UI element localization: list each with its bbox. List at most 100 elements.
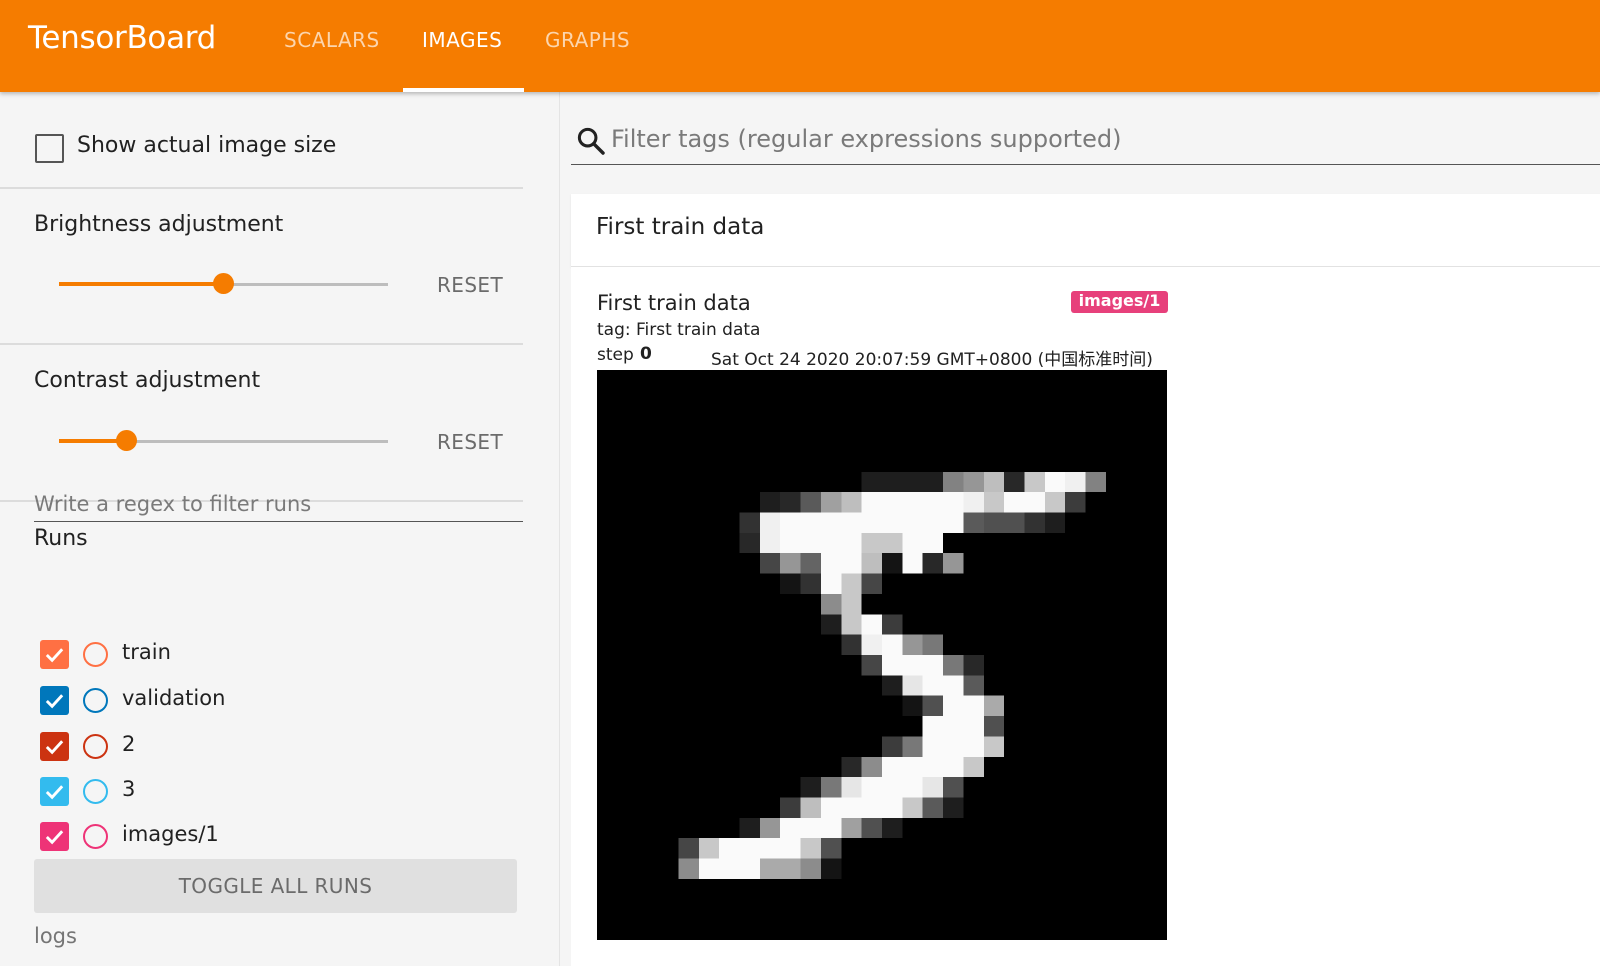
run-color-radio[interactable]: [83, 734, 108, 759]
digit-pixel: [943, 777, 964, 798]
contrast-label: Contrast adjustment: [34, 368, 261, 393]
digit-pixel: [882, 817, 903, 839]
run-label: images/1: [122, 822, 219, 846]
digit-pixel: [902, 492, 923, 513]
category-card-header[interactable]: First train data: [571, 194, 1600, 267]
digit-pixel: [1044, 471, 1066, 493]
digit-pixel: [943, 797, 964, 818]
step-label: step: [597, 345, 634, 365]
digit-pixel: [983, 716, 1005, 737]
digit-pixel: [983, 492, 1005, 513]
digit-pixel: [943, 655, 964, 676]
digit-pixel: [861, 512, 882, 533]
check-icon: [45, 830, 64, 845]
digit-pixel: [759, 532, 781, 554]
run-checkbox[interactable]: [40, 686, 69, 715]
digit-pixel: [820, 777, 842, 798]
run-item-2[interactable]: 2: [40, 730, 500, 762]
run-checkbox[interactable]: [40, 640, 69, 669]
digit-pixel: [882, 777, 903, 798]
run-label: 2: [122, 732, 136, 756]
digit-pixel: [882, 756, 903, 778]
digit-pixel: [861, 614, 882, 635]
digit-pixel: [1024, 492, 1045, 513]
run-checkbox[interactable]: [40, 777, 69, 806]
digit-pixel: [963, 716, 984, 737]
contrast-reset-button[interactable]: RESET: [437, 430, 503, 454]
digit-pixel: [841, 756, 862, 778]
digit-pixel: [902, 471, 923, 493]
run-color-radio[interactable]: [83, 779, 108, 804]
digit-pixel: [943, 736, 964, 757]
digit-pixel: [902, 777, 923, 798]
digit-pixel: [759, 512, 781, 533]
tag-filter-input[interactable]: [611, 117, 1571, 161]
mnist-digit-image[interactable]: [597, 370, 1167, 940]
run-checkbox[interactable]: [40, 732, 69, 761]
digit-pixel: [882, 492, 903, 513]
divider: [0, 187, 523, 189]
digit-pixel: [963, 675, 984, 696]
contrast-slider-thumb[interactable]: [116, 430, 137, 451]
digit-pixel: [1004, 471, 1025, 493]
run-item-train[interactable]: train: [40, 638, 500, 670]
check-icon: [45, 740, 64, 755]
digit-pixel: [800, 838, 821, 859]
digit-pixel: [759, 553, 781, 574]
digit-pixel: [780, 573, 801, 594]
check-icon: [45, 785, 64, 800]
digit-pixel: [882, 614, 903, 635]
digit-pixel: [902, 797, 923, 818]
digit-pixel: [922, 777, 944, 798]
runs-filter-input[interactable]: [34, 486, 523, 522]
digit-pixel: [861, 634, 882, 655]
digit-pixel: [861, 573, 882, 594]
tab-scalars[interactable]: SCALARS: [284, 28, 380, 52]
digit-pixel: [841, 553, 862, 574]
run-item-validation[interactable]: validation: [40, 684, 500, 716]
digit-pixel: [841, 614, 862, 635]
show-actual-size-label: Show actual image size: [77, 133, 337, 158]
digit-pixel: [800, 777, 821, 798]
digit-pixel: [820, 492, 842, 513]
digit-pixel: [698, 838, 720, 859]
digit-pixel: [963, 756, 984, 778]
run-item-3[interactable]: 3: [40, 775, 500, 807]
digit-pixel: [882, 797, 903, 818]
digit-pixel: [800, 532, 821, 554]
digit-pixel: [882, 675, 903, 696]
digit-pixel: [983, 736, 1005, 757]
digit-pixel: [1004, 512, 1025, 533]
run-item-images-1[interactable]: images/1: [40, 820, 500, 852]
run-color-radio[interactable]: [83, 824, 108, 849]
tab-images[interactable]: IMAGES: [422, 28, 502, 52]
digit-pixel: [882, 532, 903, 554]
digit-pixel: [820, 532, 842, 554]
run-checkbox[interactable]: [40, 822, 69, 851]
show-actual-size-checkbox[interactable]: [35, 134, 64, 163]
digit-pixel: [739, 512, 760, 533]
tab-graphs[interactable]: GRAPHS: [545, 28, 630, 52]
run-color-radio[interactable]: [83, 688, 108, 713]
wall-time: Sat Oct 24 2020 20:07:59 GMT+0800 (中国标准时…: [711, 350, 1153, 370]
digit-pixel: [861, 817, 882, 839]
run-color-radio[interactable]: [83, 642, 108, 667]
digit-pixel: [800, 797, 821, 818]
digit-pixel: [943, 512, 964, 533]
digit-pixel: [943, 471, 964, 493]
digit-pixel: [882, 471, 903, 493]
digit-pixel: [820, 512, 842, 533]
digit-pixel: [882, 655, 903, 676]
digit-pixel: [861, 797, 882, 818]
digit-pixel: [759, 838, 781, 859]
digit-pixel: [820, 614, 842, 635]
digit-pixel: [882, 553, 903, 574]
brightness-reset-button[interactable]: RESET: [437, 273, 503, 297]
toggle-all-runs-button[interactable]: TOGGLE ALL RUNS: [34, 859, 517, 913]
run-badge: images/1: [1071, 291, 1168, 313]
slider-fill: [59, 282, 224, 286]
digit-pixel: [841, 817, 862, 839]
brightness-slider-thumb[interactable]: [213, 273, 234, 294]
digit-pixel: [922, 756, 944, 778]
digit-pixel: [739, 838, 760, 859]
